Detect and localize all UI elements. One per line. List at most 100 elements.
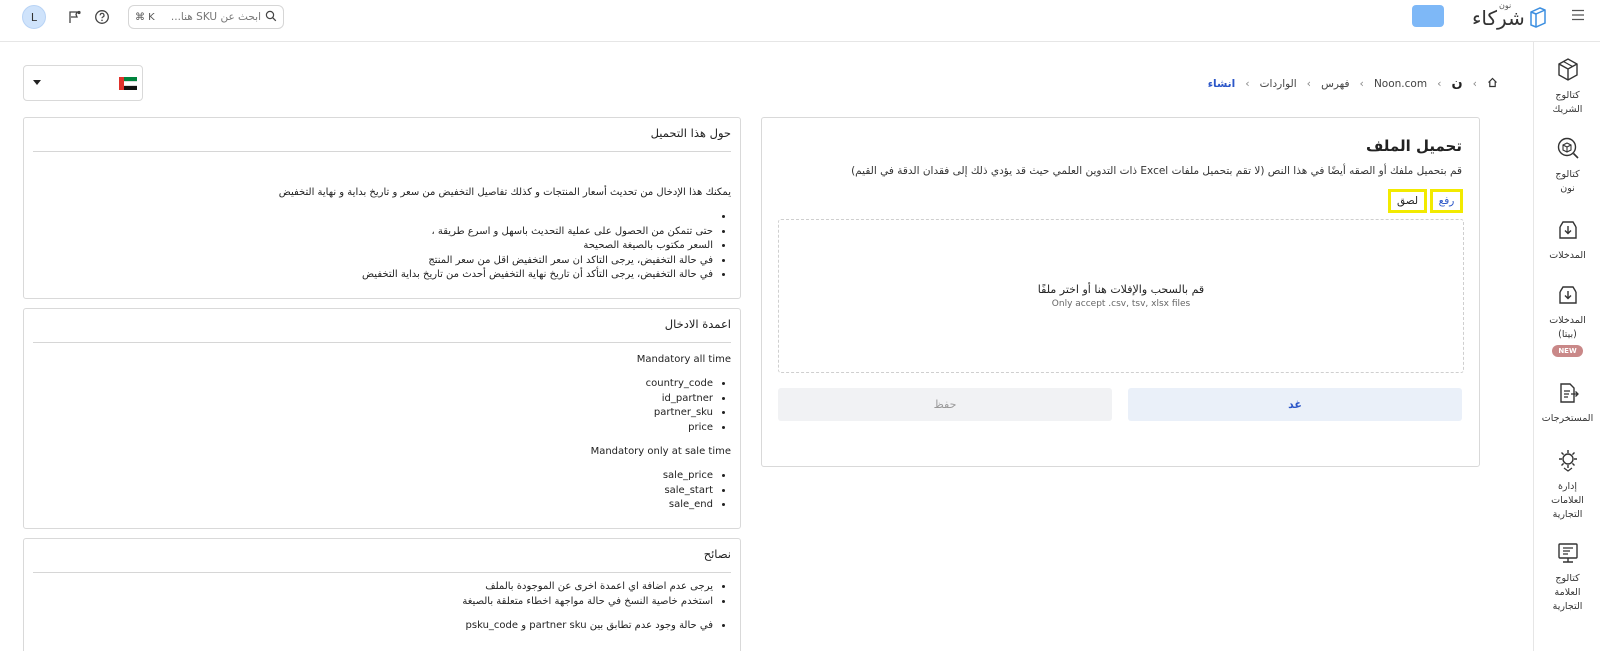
divider [33,151,731,152]
upload-description: قم بتحميل ملفك أو الصقه أيضًا في هذا الن… [851,165,1462,177]
list-item: حتى تتمكن من الحصول على عملية التحديث با… [33,225,713,240]
inbox-download-icon [1556,283,1580,310]
panel-body: يمكنك هذا الإدخال من تحديث أسعار المنتجا… [33,186,731,283]
sidebar-item-label: كتالوج العلامة التجارية [1552,573,1583,612]
logo-subtext: نون [1499,1,1512,10]
sidebar-item-label: المستخرجات [1541,413,1594,424]
about-list: حتى تتمكن من الحصول على عملية التحديث با… [33,210,731,283]
chevron-icon: › [1472,77,1477,90]
mandatory-all-list: country_code id_partner partner_sku pric… [33,377,731,435]
search-icon [265,10,277,25]
sidebar-item-brand-management[interactable]: إدارة العلامات التجارية [1534,447,1600,522]
menu-icon[interactable] [1571,9,1587,23]
chevron-down-icon [33,80,41,85]
panel-body: يرجى عدم اضافة اي اعمدة اخرى عن الموجودة… [33,580,731,634]
chevron-icon: › [1359,77,1364,90]
upload-title: تحميل الملف [1365,137,1462,155]
list-item: sale_start [33,484,713,499]
document-export-icon [1556,381,1580,408]
mandatory-sale-label: Mandatory only at sale time [590,446,731,457]
breadcrumb-item[interactable]: الواردات [1260,78,1297,90]
search-placeholder: ابحث عن SKU هنا... [170,11,261,23]
chevron-icon: › [1306,77,1312,90]
avatar[interactable]: L [22,5,46,29]
search-shortcut: ⌘ K [135,11,155,23]
uae-flag-icon [119,77,137,91]
list-item: السعر مكتوب بالصيغة الصحيحة [33,239,713,254]
breadcrumb-item[interactable]: Noon.com [1374,78,1427,90]
box-icon [1555,56,1581,85]
next-button-label: غد [1288,398,1302,411]
sidebar-item-partner-catalog[interactable]: كتالوج الشريك [1534,56,1600,117]
about-intro: يمكنك هذا الإدخال من تحديث أسعار المنتجا… [278,187,731,198]
logo: شركاء نون [1472,1,1547,33]
flag-notification-icon[interactable] [66,8,84,26]
sidebar-item-imports-beta[interactable]: المدخلات (بيتا) NEW [1534,283,1600,357]
brand-catalog-icon [1555,539,1581,568]
paste-mode-tab[interactable]: لصق [1388,189,1427,213]
mandatory-all-label: Mandatory all time [636,354,731,365]
sidebar-item-label: كتالوج الشريك [1552,90,1583,115]
sidebar: كتالوج الشريك كتالوج نون المدخلات المدخل… [1533,42,1600,651]
tips-list: يرجى عدم اضافة اي اعمدة اخرى عن الموجودة… [33,580,731,609]
noon-logo-icon[interactable]: ن [1451,76,1462,91]
sidebar-item-label: المدخلات [1549,250,1586,261]
tips-panel: نصائح يرجى عدم اضافة اي اعمدة اخرى عن ال… [23,538,741,651]
list-item: استخدم خاصية النسخ في حالة مواجهة اخطاء … [33,595,713,610]
list-item: في حالة وجود عدم تطابق بين partner sku و… [33,619,713,634]
upload-card: تحميل الملف قم بتحميل ملفك أو الصقه أيضً… [761,117,1480,467]
sidebar-item-label: المدخلات (بيتا) [1549,315,1586,340]
about-panel: حول هذا التحميل يمكنك هذا الإدخال من تحد… [23,117,741,299]
save-button[interactable]: حفظ [778,388,1112,421]
columns-panel: اعمدة الادخال Mandatory all time country… [23,308,741,529]
list-item: يرجى عدم اضافة اي اعمدة اخرى عن الموجودة… [33,580,713,595]
panel-body: Mandatory all time country_code id_partn… [33,353,731,513]
save-button-label: حفظ [933,398,957,411]
country-select[interactable] [23,65,143,101]
logo-mark-icon [1529,6,1547,31]
list-item: في حالة التخفيض، يرجى التاكد ان سعر التخ… [33,254,713,269]
catalog-search-icon [1555,135,1581,164]
sidebar-item-exports[interactable]: المستخرجات [1534,381,1600,426]
sidebar-item-label: كتالوج نون [1555,169,1580,194]
dropzone-hint: Only accept .csv, tsv, xlsx files [1051,299,1191,309]
brand-gear-icon [1555,447,1581,476]
divider [33,342,731,343]
list-item: partner_sku [33,406,713,421]
list-item: price [33,421,713,436]
list-item: في حالة التخفيض، يرجى التأكد أن تاريخ نه… [33,268,713,283]
breadcrumb-current: انشاء [1207,77,1236,90]
panel-title: اعمدة الادخال [664,317,731,331]
account-switch-button[interactable] [1412,5,1444,27]
sidebar-item-noon-catalog[interactable]: كتالوج نون [1534,135,1600,196]
search-input[interactable]: ابحث عن SKU هنا... ⌘ K [128,5,284,29]
new-badge: NEW [1552,345,1583,357]
paste-mode-label: لصق [1396,195,1419,207]
top-bar: L ابحث عن SKU هنا... ⌘ K شركاء نون [0,0,1600,42]
list-item [33,210,713,225]
upload-mode-tab[interactable]: رفع [1430,189,1463,213]
inbox-download-icon [1556,218,1580,245]
sidebar-item-label: إدارة العلامات التجارية [1551,481,1584,520]
chevron-icon: › [1437,77,1442,90]
tips-list-2: في حالة وجود عدم تطابق بين partner sku و… [33,619,731,634]
next-button[interactable]: غد [1128,388,1462,421]
list-item: sale_price [33,469,713,484]
sidebar-item-imports[interactable]: المدخلات [1534,218,1600,263]
file-dropzone[interactable]: قم بالسحب والإفلات هنا أو اختر ملفًا Onl… [778,219,1464,373]
sidebar-item-brand-catalog[interactable]: كتالوج العلامة التجارية [1534,539,1600,614]
panel-title: نصائح [703,547,731,561]
divider [33,572,731,573]
list-item: sale_end [33,498,713,513]
breadcrumb: › ن › Noon.com › فهرس › الواردات › انشاء [1208,76,1498,91]
list-item: country_code [33,377,713,392]
help-icon[interactable] [93,8,111,26]
panel-title: حول هذا التحميل [650,126,731,140]
home-icon[interactable] [1487,77,1498,91]
chevron-icon: › [1245,77,1250,90]
mandatory-sale-list: sale_price sale_start sale_end [33,469,731,513]
breadcrumb-item[interactable]: فهرس [1321,78,1349,90]
list-item: id_partner [33,392,713,407]
upload-mode-label: رفع [1438,195,1455,207]
dropzone-text: قم بالسحب والإفلات هنا أو اختر ملفًا [1037,283,1205,296]
